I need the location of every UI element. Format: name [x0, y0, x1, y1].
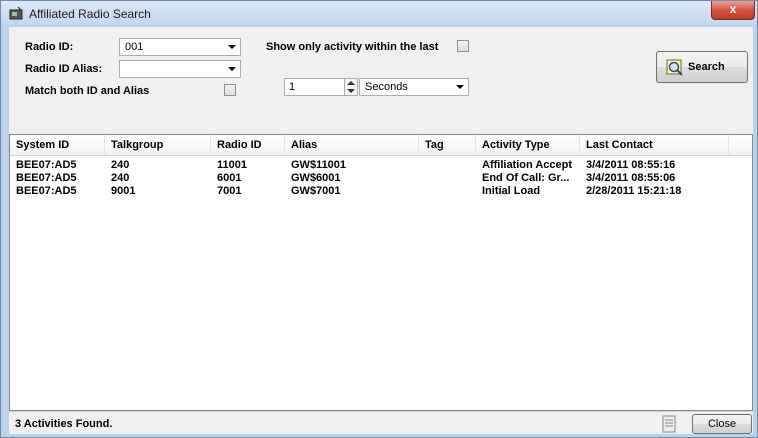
- cell-radio-id: 7001: [217, 185, 242, 197]
- cell-radio-id: 6001: [217, 172, 242, 184]
- chevron-down-icon: [456, 85, 464, 89]
- results-table: System ID Talkgroup Radio ID Alias Tag A…: [9, 134, 753, 411]
- cell-alias: GW$7001: [291, 185, 341, 197]
- cell-last-contact: 3/4/2011 08:55:06: [586, 172, 676, 184]
- column-header-alias[interactable]: Alias: [285, 135, 419, 155]
- cell-activity-type: Initial Load: [482, 185, 541, 197]
- interval-value: 1: [289, 81, 296, 93]
- window-title: Affiliated Radio Search: [29, 7, 151, 21]
- chevron-down-icon[interactable]: [347, 89, 355, 93]
- affiliated-radio-search-window: Affiliated Radio Search x Radio ID: 001 …: [0, 0, 758, 438]
- radio-id-label: Radio ID:: [25, 41, 74, 53]
- column-header-last-contact[interactable]: Last Contact: [580, 135, 729, 155]
- radio-id-alias-label: Radio ID Alias:: [25, 63, 103, 75]
- status-bar: 3 Activities Found. Close: [9, 411, 753, 435]
- column-header-radio-id[interactable]: Radio ID: [211, 135, 285, 155]
- radio-id-combobox[interactable]: 001: [119, 38, 241, 56]
- chevron-down-icon: [228, 67, 236, 71]
- column-header-talkgroup[interactable]: Talkgroup: [105, 135, 211, 155]
- chevron-down-icon: [228, 45, 236, 49]
- cell-system-id: BEE07:AD5: [16, 159, 77, 171]
- document-icon: [662, 415, 676, 433]
- cell-radio-id: 11001: [217, 159, 247, 171]
- cell-last-contact: 3/4/2011 08:55:16: [586, 159, 676, 171]
- table-row[interactable]: BEE07:AD5 240 11001 GW$11001 Affiliation…: [10, 159, 752, 172]
- client-area: Radio ID: 001 Radio ID Alias: Match both…: [9, 27, 753, 434]
- column-header-system-id[interactable]: System ID: [10, 135, 105, 155]
- cell-activity-type: Affiliation Accept: [482, 159, 573, 171]
- close-button-label: Close: [707, 418, 737, 430]
- interval-stepper[interactable]: 1: [284, 78, 358, 96]
- interval-unit-select[interactable]: Seconds: [359, 78, 469, 96]
- cell-talkgroup: 240: [111, 172, 130, 184]
- magnifier-icon: [666, 59, 683, 76]
- title-bar[interactable]: Affiliated Radio Search x: [1, 1, 757, 25]
- search-button[interactable]: Search: [656, 51, 748, 83]
- window-close-button[interactable]: x: [711, 1, 755, 20]
- column-header-activity-type[interactable]: Activity Type: [476, 135, 580, 155]
- cell-talkgroup: 9001: [111, 185, 136, 197]
- close-button[interactable]: Close: [692, 414, 752, 434]
- cell-alias: GW$11001: [291, 159, 347, 171]
- radio-icon: [9, 7, 23, 20]
- chevron-up-icon[interactable]: [347, 81, 355, 85]
- cell-activity-type: End Of Call: Gr...: [482, 172, 570, 184]
- show-only-label: Show only activity within the last: [266, 41, 439, 53]
- search-button-label: Search: [688, 61, 725, 73]
- match-both-label: Match both ID and Alias: [25, 85, 150, 97]
- cell-alias: GW$6001: [291, 172, 341, 184]
- cell-last-contact: 2/28/2011 15:21:18: [586, 185, 682, 197]
- radio-id-value: 001: [125, 41, 144, 53]
- stepper-buttons[interactable]: [344, 79, 357, 95]
- radio-id-alias-combobox[interactable]: [119, 60, 241, 78]
- show-only-checkbox[interactable]: [457, 40, 469, 52]
- match-both-checkbox[interactable]: [224, 84, 236, 96]
- table-row[interactable]: BEE07:AD5 240 6001 GW$6001 End Of Call: …: [10, 172, 752, 185]
- cell-system-id: BEE07:AD5: [16, 172, 77, 184]
- interval-unit-value: Seconds: [365, 81, 408, 93]
- cell-system-id: BEE07:AD5: [16, 185, 77, 197]
- column-header-tag[interactable]: Tag: [419, 135, 476, 155]
- status-text: 3 Activities Found.: [15, 418, 113, 430]
- table-header: System ID Talkgroup Radio ID Alias Tag A…: [10, 135, 752, 156]
- table-row[interactable]: BEE07:AD5 9001 7001 GW$7001 Initial Load…: [10, 185, 752, 198]
- cell-talkgroup: 240: [111, 159, 130, 171]
